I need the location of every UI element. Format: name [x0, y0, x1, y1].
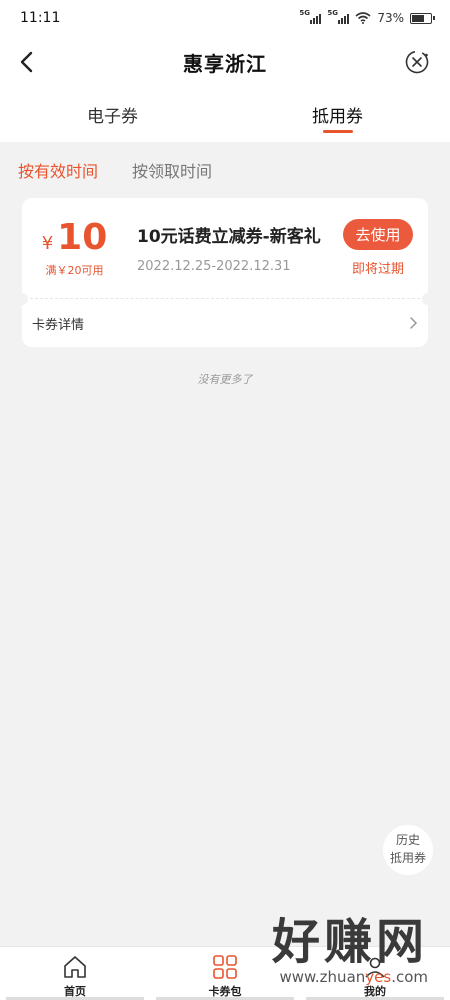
close-miniapp-icon[interactable]: [404, 49, 430, 75]
status-bar: 11:11 5G 5G 73%: [0, 0, 450, 36]
coupon-amount-box: ¥ 10 满￥20可用: [22, 218, 127, 278]
wifi-icon: [355, 12, 371, 24]
nav-mine[interactable]: 我的: [300, 947, 450, 1000]
tab-active-indicator: [322, 130, 353, 133]
filter-by-valid-time[interactable]: 按有效时间: [18, 158, 98, 182]
nav-coupon-wallet[interactable]: 卡券包: [150, 947, 300, 1000]
user-icon: [365, 957, 385, 978]
coupon-condition: 满￥20可用: [45, 264, 104, 277]
battery-icon: [410, 12, 435, 24]
coupon-main: ¥ 10 满￥20可用 10元话费立减券-新客礼 2022.12.25-2022…: [22, 198, 428, 298]
status-time: 11:11: [20, 10, 61, 26]
expiring-soon-label: 即将过期: [351, 262, 404, 277]
battery-percent: 73%: [377, 11, 404, 25]
signal-icon-2: 5G: [327, 9, 350, 24]
coupon-amount: 10: [57, 217, 108, 258]
coupon-details-row[interactable]: 卡券详情: [22, 299, 428, 347]
coupon-info: 10元话费立减券-新客礼 2022.12.25-2022.12.31: [127, 222, 328, 274]
coupon-title: 10元话费立减券-新客礼: [137, 227, 321, 247]
nav-bar: 惠享浙江: [0, 36, 450, 88]
history-coupons-button[interactable]: 历史 抵用券: [383, 825, 433, 875]
filter-by-receive-time[interactable]: 按领取时间: [132, 158, 212, 182]
tab-bar: 电子券 抵用券: [0, 88, 450, 142]
perforation-divider: [16, 293, 434, 305]
chevron-right-icon: [410, 317, 418, 329]
currency-symbol: ¥: [41, 233, 54, 254]
back-icon[interactable]: [14, 48, 42, 76]
home-icon: [64, 956, 86, 978]
status-icons: 5G 5G 73%: [299, 9, 435, 25]
coupon-details-label: 卡券详情: [32, 317, 85, 333]
no-more-label: 没有更多了: [197, 373, 253, 386]
grid-icon: [213, 955, 237, 979]
signal-icon: 5G: [299, 9, 322, 24]
use-coupon-button[interactable]: 去使用: [343, 219, 413, 250]
coupon-card: ¥ 10 满￥20可用 10元话费立减券-新客礼 2022.12.25-2022…: [16, 198, 434, 347]
page-title: 惠享浙江: [183, 51, 267, 76]
tab-e-coupon[interactable]: 电子券: [0, 88, 225, 142]
tab-discount-coupon[interactable]: 抵用券: [225, 88, 450, 142]
nav-home[interactable]: 首页: [0, 947, 150, 1000]
coupon-date-range: 2022.12.25-2022.12.31: [137, 259, 291, 274]
sort-filters: 按有效时间 按领取时间: [0, 142, 450, 198]
top-area: 11:11 5G 5G 73% 惠享浙江 电子券 抵用券: [0, 0, 450, 142]
coupon-actions: 去使用 即将过期: [328, 219, 428, 277]
bottom-nav: 首页 卡券包 我的: [0, 946, 450, 1000]
